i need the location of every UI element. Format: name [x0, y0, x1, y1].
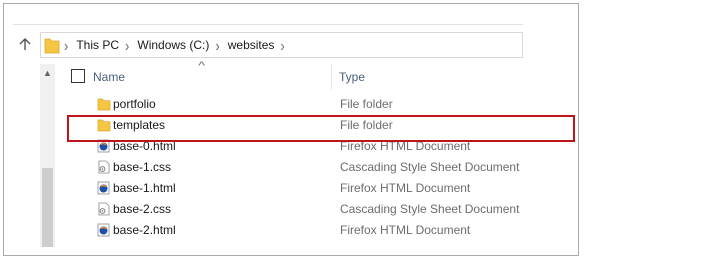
firefox-html-icon: [97, 139, 111, 153]
file-name: base-0.html: [113, 139, 176, 153]
toolbar-divider: [13, 24, 523, 25]
file-type: File folder: [340, 118, 393, 132]
list-item[interactable]: base-2.css Cascading Style Sheet Documen…: [55, 199, 525, 220]
css-file-icon: [97, 160, 111, 174]
list-item[interactable]: base-0.html Firefox HTML Document: [55, 136, 525, 157]
column-divider[interactable]: [331, 64, 332, 90]
file-name: base-1.html: [113, 181, 176, 195]
file-name: base-2.css: [113, 202, 172, 216]
address-bar[interactable]: › This PC › Windows (C:) › websites ›: [40, 32, 523, 58]
file-type: Firefox HTML Document: [340, 223, 471, 237]
folder-icon: [97, 118, 111, 132]
file-name: templates: [113, 118, 166, 132]
list-item[interactable]: portfolio File folder: [55, 94, 525, 115]
breadcrumb-websites[interactable]: websites: [226, 38, 277, 52]
file-name: base-1.css: [113, 160, 172, 174]
file-type: Firefox HTML Document: [340, 181, 471, 195]
folder-icon: [44, 36, 60, 54]
scrollbar-thumb[interactable]: [42, 168, 53, 247]
file-type: File folder: [340, 97, 393, 111]
file-type: Firefox HTML Document: [340, 139, 471, 153]
breadcrumb-this-pc[interactable]: This PC: [74, 38, 121, 52]
firefox-html-icon: [97, 181, 111, 195]
list-item[interactable]: base-2.html Firefox HTML Document: [55, 220, 525, 241]
chevron-right-icon[interactable]: ›: [211, 36, 225, 54]
column-header: Name ^ Type: [55, 60, 525, 92]
folder-icon: [97, 97, 111, 111]
file-name: base-2.html: [113, 223, 176, 237]
chevron-right-icon: ›: [64, 36, 69, 54]
file-list: portfolio File folder templates File fol…: [55, 94, 525, 241]
list-item[interactable]: templates File folder: [55, 115, 525, 136]
file-type: Cascading Style Sheet Document: [340, 160, 520, 174]
up-arrow-icon[interactable]: [18, 37, 32, 51]
column-type-header[interactable]: Type: [339, 70, 365, 84]
list-item[interactable]: base-1.html Firefox HTML Document: [55, 178, 525, 199]
file-type: Cascading Style Sheet Document: [340, 202, 520, 216]
css-file-icon: [97, 202, 111, 216]
sort-ascending-icon: ^: [198, 60, 205, 72]
breadcrumb-windows-c[interactable]: Windows (C:): [135, 38, 211, 52]
chevron-right-icon[interactable]: ›: [276, 36, 290, 54]
file-explorer-window: › This PC › Windows (C:) › websites › ▲ …: [3, 3, 579, 256]
list-item[interactable]: base-1.css Cascading Style Sheet Documen…: [55, 157, 525, 178]
file-name: portfolio: [113, 97, 156, 111]
chevron-right-icon[interactable]: ›: [121, 36, 135, 54]
firefox-html-icon: [97, 223, 111, 237]
select-all-checkbox[interactable]: [71, 69, 85, 83]
vertical-scrollbar[interactable]: ▲: [40, 64, 55, 247]
scroll-up-icon[interactable]: ▲: [40, 68, 55, 80]
column-name-header[interactable]: Name: [93, 70, 125, 84]
